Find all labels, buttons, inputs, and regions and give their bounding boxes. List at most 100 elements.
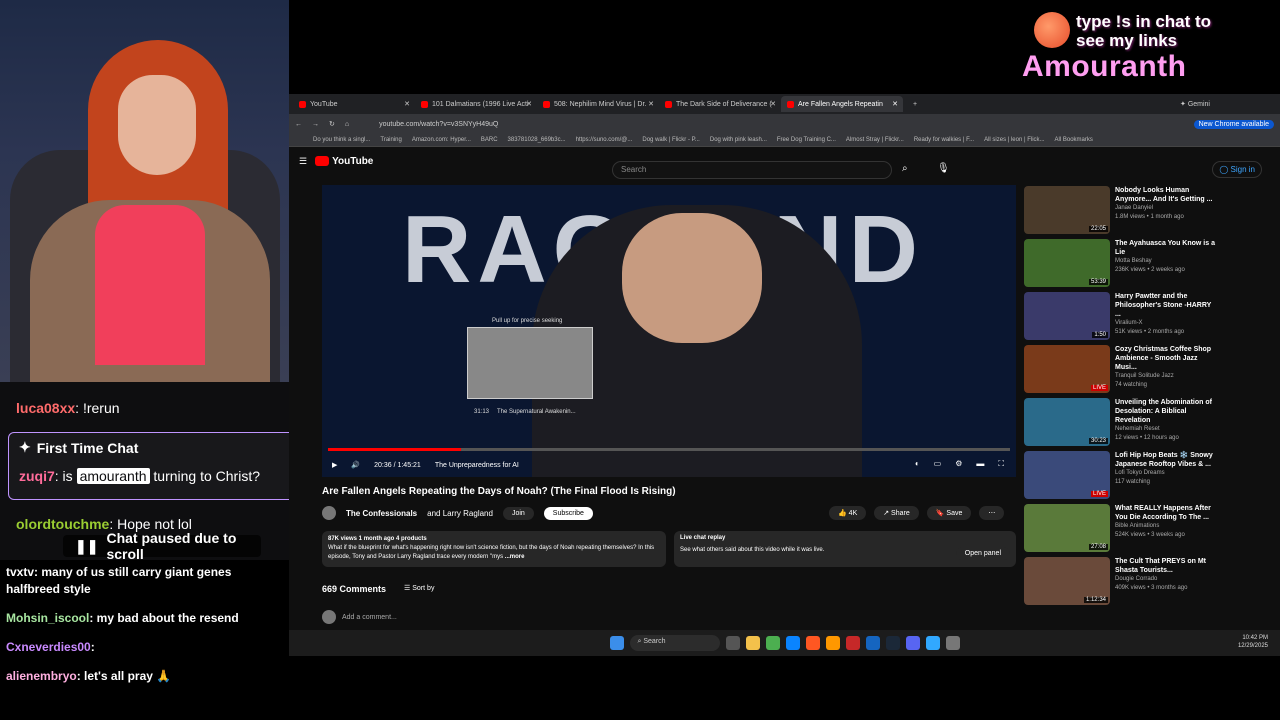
back-icon[interactable]: ← (295, 121, 302, 128)
bookmark[interactable]: Dog with pink leash... (710, 137, 767, 143)
more-link[interactable]: ...more (505, 554, 525, 560)
video-title[interactable]: The Cult That PREYS on Mt Shasta Tourist… (1115, 557, 1215, 575)
steam-icon[interactable] (885, 636, 900, 650)
captions-icon[interactable]: ▭ (934, 459, 942, 469)
chrome-update-button[interactable]: New Chrome available (1193, 119, 1274, 129)
bookmark[interactable]: Do you think a singl... (313, 137, 370, 143)
home-icon[interactable]: ⌂ (345, 121, 349, 128)
video-title[interactable]: Unveiling the Abomination of Desolation:… (1115, 398, 1215, 425)
subscribe-button[interactable]: Subscribe (543, 506, 593, 520)
chapter-label[interactable]: The Unpreparedness for AI (435, 462, 519, 469)
related-video[interactable]: 22:05 Nobody Looks Human Anymore... And I… (1024, 186, 1274, 239)
bookmark[interactable]: 383781028_669b3c... (508, 137, 566, 143)
chat-username[interactable]: zuqi7 (19, 468, 55, 484)
bookmark[interactable]: BARC (481, 137, 498, 143)
video-title[interactable]: Nobody Looks Human Anymore... And It's G… (1115, 186, 1215, 204)
theater-icon[interactable]: ▬ (976, 459, 984, 469)
brave-icon[interactable] (805, 636, 820, 650)
reload-icon[interactable]: ↻ (329, 120, 335, 128)
system-clock[interactable]: 10:42 PM 12/29/2025 (1238, 634, 1268, 650)
progress-bar[interactable] (328, 448, 1010, 451)
tab-fallen-angels[interactable]: Are Fallen Angels Repeatin ✕ (781, 96, 903, 112)
volume-icon[interactable]: 🔊 (351, 461, 360, 469)
search-input[interactable]: Search (612, 161, 892, 179)
sort-button[interactable]: ☰ Sort by (404, 584, 434, 594)
taskbar-search[interactable]: ⌕ Search (629, 635, 720, 651)
bookmark[interactable]: All sizes | leon | Flick... (984, 137, 1044, 143)
video-channel[interactable]: Lofi Tokyo Dreams (1115, 469, 1215, 478)
collab-name[interactable]: and Larry Ragland (427, 509, 493, 518)
video-thumbnail[interactable]: 1:50 (1024, 292, 1110, 340)
search-icon[interactable]: ⌕ (902, 163, 908, 174)
more-icon[interactable]: ⋯ (979, 506, 1005, 520)
video-thumbnail[interactable]: 27:08 (1024, 504, 1110, 552)
save-button[interactable]: 🔖 Save (926, 506, 972, 520)
related-video[interactable]: LIVE Cozy Christmas Coffee Shop Ambience … (1024, 345, 1274, 398)
video-channel[interactable]: Viralium-X (1115, 319, 1215, 328)
video-title[interactable]: Lofi Hip Hop Beats ❄️ Snowy Japanese Roo… (1115, 451, 1215, 469)
autoplay-toggle[interactable]: ◐ (915, 459, 920, 469)
video-channel[interactable]: Bible Animations (1115, 522, 1215, 531)
chat-username[interactable]: olordtouchme (16, 516, 109, 532)
youtube-logo[interactable]: YouTube (315, 156, 373, 167)
url-field[interactable]: youtube.com/watch?v=v3SNYyH49uQ (379, 121, 498, 128)
like-button[interactable]: 👍 4K (829, 506, 867, 520)
new-tab-button[interactable]: + (913, 101, 917, 108)
video-player[interactable]: RAGLAND Pull up for precise seeking 31:1… (322, 185, 1016, 477)
video-thumbnail[interactable]: LIVE (1024, 451, 1110, 499)
task-view-icon[interactable] (725, 636, 740, 650)
related-video[interactable]: 53:39 The Ayahuasca You Know is a Lie Mott… (1024, 239, 1274, 292)
bookmark[interactable]: Training (380, 137, 401, 143)
video-channel[interactable]: Tranquil Solitude Jazz (1115, 372, 1215, 381)
photoshop-icon[interactable] (925, 636, 940, 650)
play-icon[interactable]: ▶ (332, 461, 337, 469)
bookmark[interactable]: Almost Stray | Flickr... (846, 137, 904, 143)
close-icon[interactable]: ✕ (892, 100, 898, 108)
bookmark[interactable]: Dog walk | Flickr - P... (642, 137, 699, 143)
video-thumbnail[interactable]: 1:12:34 (1024, 557, 1110, 605)
video-channel[interactable]: Dougie Corrado (1115, 575, 1215, 584)
edge-icon[interactable] (785, 636, 800, 650)
fullscreen-icon[interactable]: ⛶ (998, 459, 1004, 469)
open-panel-button[interactable]: Open panel (955, 547, 1010, 560)
discord-icon[interactable] (905, 636, 920, 650)
bookmark[interactable]: Amazon.com: Hyper... (412, 137, 471, 143)
mic-icon[interactable]: 🎙 (937, 163, 950, 174)
chrome-icon[interactable] (765, 636, 780, 650)
bookmark[interactable]: Ready for walkies | F... (914, 137, 974, 143)
video-title[interactable]: The Ayahuasca You Know is a Lie (1115, 239, 1215, 257)
tab-dalmatians[interactable]: 101 Dalmatians (1996 Live Acti ✕ (415, 96, 537, 112)
tab-youtube[interactable]: YouTube ✕ (293, 96, 415, 112)
video-title[interactable]: What REALLY Happens After You Die Accord… (1115, 504, 1215, 522)
related-video[interactable]: 27:08 What REALLY Happens After You Die A… (1024, 504, 1274, 557)
close-icon[interactable]: ✕ (770, 100, 776, 108)
related-video[interactable]: 1:12:34 The Cult That PREYS on Mt Shasta … (1024, 557, 1274, 610)
channel-name[interactable]: The Confessionals (346, 509, 417, 518)
video-thumbnail[interactable]: LIVE (1024, 345, 1110, 393)
file-explorer-icon[interactable] (745, 636, 760, 650)
description-box[interactable]: 87K views 1 month ago 4 products What if… (322, 531, 666, 567)
chat-username[interactable]: luca08xx (16, 400, 75, 416)
share-button[interactable]: ↗ Share (874, 506, 919, 520)
related-video[interactable]: 1:50 Harry Pawtter and the Philosopher's … (1024, 292, 1274, 345)
join-button[interactable]: Join (502, 506, 534, 520)
video-thumbnail[interactable]: 53:39 (1024, 239, 1110, 287)
video-thumbnail[interactable]: 22:05 (1024, 186, 1110, 234)
close-icon[interactable]: ✕ (404, 100, 410, 108)
menu-icon[interactable]: ☰ (299, 156, 307, 167)
firefox-icon[interactable] (825, 636, 840, 650)
video-title[interactable]: Cozy Christmas Coffee Shop Ambience - Sm… (1115, 345, 1215, 372)
tab-deliverance[interactable]: The Dark Side of Deliverance (✕ (659, 96, 781, 112)
related-video[interactable]: LIVE Lofi Hip Hop Beats ❄️ Snowy Japanese… (1024, 451, 1274, 504)
settings-icon[interactable] (945, 636, 960, 650)
gemini-button[interactable]: ✦ Gemini (1180, 100, 1210, 108)
video-title[interactable]: Harry Pawtter and the Philosopher's Ston… (1115, 292, 1215, 319)
start-icon[interactable] (609, 636, 624, 650)
video-thumbnail[interactable]: 30:23 (1024, 398, 1110, 446)
app-icon[interactable] (865, 636, 880, 650)
video-channel[interactable]: Janae Danyiel (1115, 204, 1215, 213)
all-bookmarks[interactable]: All Bookmarks (1055, 137, 1093, 143)
add-comment-field[interactable]: Add a comment... (322, 610, 397, 624)
related-video[interactable]: 30:23 Unveiling the Abomination of Desola… (1024, 398, 1274, 451)
video-channel[interactable]: Nehemiah Reset (1115, 425, 1215, 434)
